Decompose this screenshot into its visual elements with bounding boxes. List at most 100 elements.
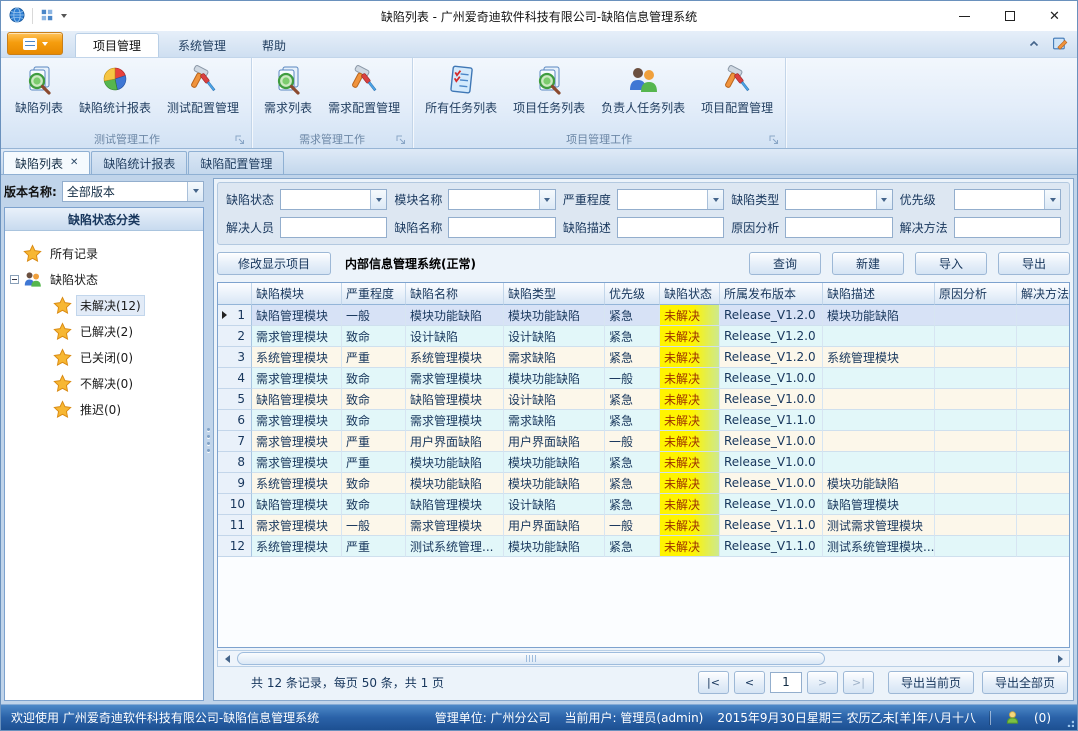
row-number[interactable]: 11 (218, 515, 252, 536)
version-combo[interactable]: 全部版本 (62, 181, 204, 202)
chevron-down-icon[interactable] (1044, 190, 1060, 209)
horizontal-scrollbar[interactable] (217, 650, 1070, 667)
export-all-pages-button[interactable]: 导出全部页 (982, 671, 1068, 694)
cell-module[interactable]: 需求管理模块 (252, 368, 342, 389)
cell-type[interactable]: 需求缺陷 (504, 347, 605, 368)
cell-name[interactable]: 模块功能缺陷 (406, 452, 504, 473)
cell-priority[interactable]: 紧急 (605, 347, 660, 368)
tree-item-defect-status[interactable]: 缺陷状态 (7, 266, 201, 292)
cell-module[interactable]: 缺陷管理模块 (252, 305, 342, 326)
cell-status[interactable]: 未解决 (660, 431, 720, 452)
cell-severity[interactable]: 致命 (342, 389, 406, 410)
row-number[interactable]: 9 (218, 473, 252, 494)
filter-severity-combo[interactable] (617, 189, 724, 210)
collapse-ribbon-icon[interactable] (1028, 38, 1040, 50)
row-number[interactable]: 4 (218, 368, 252, 389)
close-icon[interactable]: ✕ (70, 158, 78, 168)
ribbon-tab-help[interactable]: 帮助 (245, 33, 303, 57)
cell-solution[interactable] (1017, 389, 1070, 410)
tab-defect-list[interactable]: 缺陷列表✕ (3, 151, 90, 174)
close-button[interactable]: ✕ (1032, 1, 1077, 31)
cell-name[interactable]: 需求管理模块 (406, 410, 504, 431)
cell-name[interactable]: 设计缺陷 (406, 326, 504, 347)
cell-type[interactable]: 模块功能缺陷 (504, 536, 605, 557)
cell-cause[interactable] (935, 515, 1017, 536)
cell-severity[interactable]: 严重 (342, 452, 406, 473)
cell-release[interactable]: Release_V1.2.0 (720, 347, 823, 368)
filter-cause-analysis-input[interactable] (785, 217, 892, 238)
cell-priority[interactable]: 一般 (605, 368, 660, 389)
table-row[interactable]: 11需求管理模块一般需求管理模块用户界面缺陷一般未解决Release_V1.1.… (218, 515, 1070, 536)
cell-desc[interactable] (823, 410, 935, 431)
cell-status[interactable]: 未解决 (660, 389, 720, 410)
new-button[interactable]: 新建 (832, 252, 904, 275)
sidebar-splitter[interactable] (204, 178, 213, 701)
cell-type[interactable]: 设计缺陷 (504, 389, 605, 410)
cell-release[interactable]: Release_V1.0.0 (720, 389, 823, 410)
cell-name[interactable]: 测试系统管理... (406, 536, 504, 557)
cell-release[interactable]: Release_V1.1.0 (720, 536, 823, 557)
tab-defect-config[interactable]: 缺陷配置管理 (188, 151, 284, 174)
cell-solution[interactable] (1017, 536, 1070, 557)
column-header[interactable]: 原因分析 (935, 283, 1017, 305)
project-tasks-list-button[interactable]: 项目任务列表 (506, 61, 592, 118)
last-page-button[interactable]: >| (843, 671, 874, 694)
cell-cause[interactable] (935, 368, 1017, 389)
cell-desc[interactable]: 测试系统管理模块... (823, 536, 935, 557)
row-number[interactable]: 7 (218, 431, 252, 452)
cell-solution[interactable] (1017, 452, 1070, 473)
cell-severity[interactable]: 一般 (342, 305, 406, 326)
cell-desc[interactable] (823, 431, 935, 452)
cell-name[interactable]: 模块功能缺陷 (406, 473, 504, 494)
cell-solution[interactable] (1017, 431, 1070, 452)
cell-name[interactable]: 用户界面缺陷 (406, 431, 504, 452)
row-number[interactable]: 5 (218, 389, 252, 410)
cell-module[interactable]: 需求管理模块 (252, 515, 342, 536)
cell-release[interactable]: Release_V1.0.0 (720, 368, 823, 389)
cell-cause[interactable] (935, 452, 1017, 473)
cell-desc[interactable] (823, 452, 935, 473)
first-page-button[interactable]: |< (698, 671, 729, 694)
cell-priority[interactable]: 紧急 (605, 452, 660, 473)
row-number[interactable]: 12 (218, 536, 252, 557)
tree-item-not-resolve[interactable]: 不解决(0) (7, 370, 201, 396)
requirement-list-button[interactable]: 需求列表 (257, 61, 319, 118)
cell-priority[interactable]: 紧急 (605, 410, 660, 431)
cell-solution[interactable] (1017, 326, 1070, 347)
cell-severity[interactable]: 致命 (342, 368, 406, 389)
cell-desc[interactable] (823, 368, 935, 389)
cell-severity[interactable]: 致命 (342, 494, 406, 515)
table-row[interactable]: 8需求管理模块严重模块功能缺陷模块功能缺陷紧急未解决Release_V1.0.0 (218, 452, 1070, 473)
owner-tasks-list-button[interactable]: 负责人任务列表 (594, 61, 692, 118)
import-button[interactable]: 导入 (915, 252, 987, 275)
requirement-config-mgmt-button[interactable]: 需求配置管理 (321, 61, 407, 118)
cell-solution[interactable] (1017, 347, 1070, 368)
filter-resolver-input[interactable] (280, 217, 387, 238)
cell-status[interactable]: 未解决 (660, 536, 720, 557)
cell-cause[interactable] (935, 326, 1017, 347)
cell-priority[interactable]: 紧急 (605, 473, 660, 494)
tree-item-postponed[interactable]: 推迟(0) (7, 396, 201, 422)
cell-cause[interactable] (935, 536, 1017, 557)
cell-status[interactable]: 未解决 (660, 473, 720, 494)
column-header[interactable]: 缺陷状态 (660, 283, 720, 305)
ribbon-tab-system-mgmt[interactable]: 系统管理 (161, 33, 243, 57)
cell-type[interactable]: 模块功能缺陷 (504, 368, 605, 389)
next-page-button[interactable]: > (807, 671, 838, 694)
cell-priority[interactable]: 紧急 (605, 305, 660, 326)
chevron-down-icon[interactable] (370, 190, 386, 209)
cell-cause[interactable] (935, 347, 1017, 368)
page-input[interactable] (770, 672, 802, 693)
cell-priority[interactable]: 紧急 (605, 536, 660, 557)
cell-type[interactable]: 模块功能缺陷 (504, 473, 605, 494)
cell-cause[interactable] (935, 473, 1017, 494)
resize-grip-icon[interactable] (1065, 718, 1074, 727)
cell-module[interactable]: 系统管理模块 (252, 473, 342, 494)
cell-status[interactable]: 未解决 (660, 326, 720, 347)
cell-desc[interactable]: 测试需求管理模块 (823, 515, 935, 536)
quick-access-grid-icon[interactable] (40, 8, 54, 25)
cell-status[interactable]: 未解决 (660, 410, 720, 431)
row-number[interactable]: 8 (218, 452, 252, 473)
cell-release[interactable]: Release_V1.0.0 (720, 494, 823, 515)
cell-severity[interactable]: 严重 (342, 347, 406, 368)
